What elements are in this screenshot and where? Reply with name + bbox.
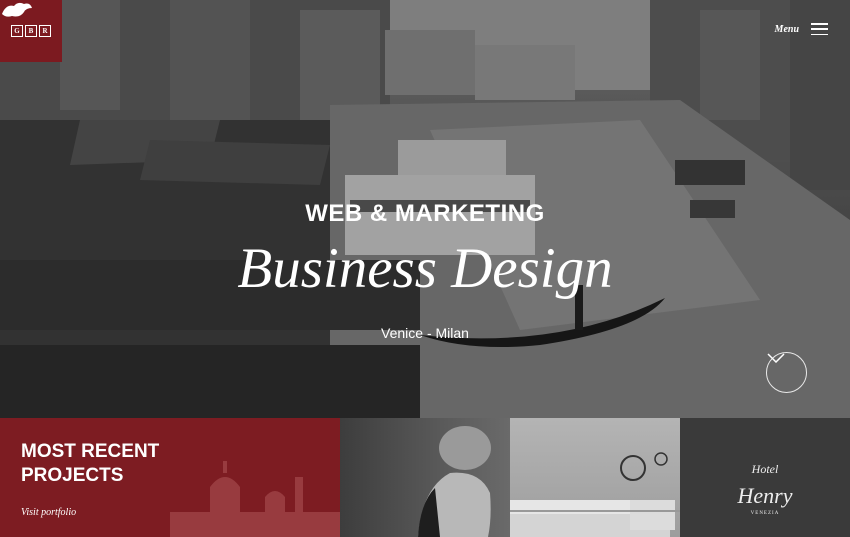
- hero-title: Business Design: [237, 237, 613, 300]
- logo-letter: R: [39, 25, 51, 37]
- venice-skyline-icon: [170, 461, 340, 537]
- hotel-henry-city: VENEZIA: [750, 511, 780, 516]
- hero-banner: G B R Menu WEB & MARKETING Business Desi…: [0, 0, 850, 418]
- hamburger-icon[interactable]: [811, 23, 828, 35]
- portrait-photo: [418, 426, 491, 537]
- projects-heading-line: MOST RECENT: [21, 441, 160, 462]
- hero-kicker: WEB & MARKETING: [305, 200, 545, 227]
- projects-heading: MOST RECENT PROJECTS: [21, 440, 159, 488]
- sofa-photo: [510, 452, 680, 537]
- menu-label[interactable]: Menu: [775, 24, 799, 35]
- hotel-henry-hotel: Hotel: [751, 462, 779, 476]
- logo-letter: G: [11, 25, 23, 37]
- hotel-henry-logo: Hotel Henry VENEZIA: [680, 462, 850, 516]
- hero-text: WEB & MARKETING Business Design Venice -…: [0, 200, 850, 341]
- projects-heading-line: PROJECTS: [21, 465, 124, 486]
- project-tile-portrait[interactable]: [340, 418, 510, 537]
- project-tile-sofa[interactable]: [510, 418, 680, 537]
- lion-icon: [2, 2, 32, 17]
- chevron-down-icon[interactable]: [767, 353, 785, 363]
- visit-portfolio-link[interactable]: Visit portfolio: [21, 507, 76, 518]
- project-tile-hotel-henry[interactable]: Hotel Henry VENEZIA: [680, 418, 850, 537]
- logo-letters: G B R: [11, 25, 51, 37]
- hero-subtitle: Venice - Milan: [381, 325, 469, 341]
- scroll-down-button[interactable]: [766, 352, 807, 393]
- hotel-henry-name: Henry: [737, 483, 793, 508]
- menu-toggle[interactable]: Menu: [775, 23, 828, 35]
- projects-strip: MOST RECENT PROJECTS Visit portfolio Hot…: [0, 418, 850, 537]
- site-logo[interactable]: G B R: [0, 0, 62, 62]
- logo-letter: B: [25, 25, 37, 37]
- recent-projects-tile[interactable]: MOST RECENT PROJECTS Visit portfolio: [0, 418, 340, 537]
